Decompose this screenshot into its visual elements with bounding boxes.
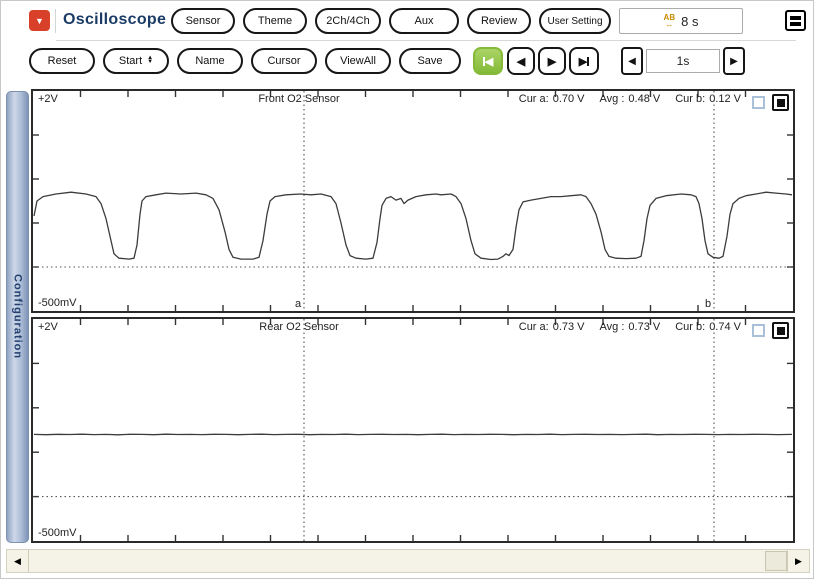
channel-1-top-scale: +2V [38, 93, 58, 105]
page-title: Oscilloscope [63, 11, 166, 29]
ab-time-display: AB ↔ 8 s [619, 8, 743, 34]
sensor-button[interactable]: Sensor [171, 8, 235, 34]
cursor-b-reading: Cur b:0.12 V [675, 93, 741, 105]
caret-down-icon: ▼ [35, 16, 44, 26]
timebase-value: 1s [646, 49, 720, 73]
user-setting-button[interactable]: User Setting [539, 8, 611, 34]
step-back-icon: ◀ [517, 55, 525, 68]
scroll-right-button[interactable]: ▶ [787, 550, 809, 572]
channel-1-bottom-scale: -500mV [38, 297, 77, 309]
spinner-icon: ▲▼ [147, 57, 153, 64]
timebase-increase-button[interactable]: ▶ [723, 47, 745, 75]
scrollbar-thumb[interactable] [765, 551, 787, 571]
channel-1-plot[interactable]: ab [33, 91, 793, 311]
reset-button[interactable]: Reset [29, 48, 95, 74]
skip-end-icon: ▶ [579, 55, 587, 68]
channel-mode-button[interactable]: 2Ch/4Ch [315, 8, 381, 34]
channel-2-checkbox[interactable] [752, 324, 765, 337]
configuration-tab-label: Configuration [12, 274, 24, 359]
theme-button[interactable]: Theme [243, 8, 307, 34]
ab-cursor-icon: AB ↔ [664, 14, 676, 29]
filled-square-icon [777, 327, 785, 335]
channel-2-readings: Cur a:0.73 V Avg :0.73 V Cur b:0.74 V [519, 321, 741, 333]
scroll-left-button[interactable]: ◀ [7, 550, 29, 572]
configuration-tab[interactable]: Configuration [6, 91, 29, 543]
toolbar-divider [56, 40, 796, 41]
filled-square-icon [777, 99, 785, 107]
channel-2-display-mode-button[interactable] [772, 322, 789, 339]
skip-to-end-button[interactable]: ▶ [569, 47, 599, 75]
skip-start-icon: ◀ [485, 55, 493, 68]
svg-text:b: b [705, 298, 711, 310]
step-forward-icon: ▶ [548, 55, 556, 68]
step-forward-button[interactable]: ▶ [538, 47, 566, 75]
arrow-right-icon: ▶ [795, 556, 802, 567]
aux-button[interactable]: Aux [389, 8, 459, 34]
svg-text:a: a [295, 298, 302, 310]
save-button[interactable]: Save [399, 48, 461, 74]
cursor-b-reading: Cur b:0.74 V [675, 321, 741, 333]
channel-1-readings: Cur a:0.70 V Avg :0.48 V Cur b:0.12 V [519, 93, 741, 105]
channel-2-title: Rear O2 Sensor [259, 321, 338, 333]
title-divider [55, 9, 56, 33]
channel-1-checkbox[interactable] [752, 96, 765, 109]
cursor-a-reading: Cur a:0.70 V [519, 93, 585, 105]
start-button[interactable]: Start ▲▼ [103, 48, 169, 74]
channel-2-plot[interactable] [33, 319, 793, 541]
average-reading: Avg :0.73 V [600, 321, 661, 333]
app-menu-button[interactable]: ▼ [29, 10, 50, 31]
scope-channel-2: +2V Rear O2 Sensor Cur a:0.73 V Avg :0.7… [31, 317, 795, 543]
horizontal-scrollbar[interactable]: ◀ ▶ [6, 549, 810, 573]
skip-bar-icon [587, 57, 589, 66]
channel-2-bottom-scale: -500mV [38, 527, 77, 539]
arrow-left-icon: ◀ [14, 556, 21, 567]
skip-to-start-button[interactable]: ◀ [473, 47, 503, 75]
channel-1-display-mode-button[interactable] [772, 94, 789, 111]
viewall-button[interactable]: ViewAll [325, 48, 391, 74]
arrow-right-icon: ▶ [730, 56, 738, 67]
hamburger-menu-icon[interactable] [785, 10, 806, 31]
step-back-button[interactable]: ◀ [507, 47, 535, 75]
cursor-a-reading: Cur a:0.73 V [519, 321, 585, 333]
review-button[interactable]: Review [467, 8, 531, 34]
average-reading: Avg :0.48 V [600, 93, 661, 105]
channel-2-top-scale: +2V [38, 321, 58, 333]
ab-time-value: 8 s [681, 14, 698, 29]
name-button[interactable]: Name [177, 48, 243, 74]
timebase-decrease-button[interactable]: ◀ [621, 47, 643, 75]
scope-channel-1: ab +2V Front O2 Sensor Cur a:0.70 V Avg … [31, 89, 795, 313]
channel-1-title: Front O2 Sensor [258, 93, 339, 105]
arrow-left-icon: ◀ [628, 56, 636, 67]
oscilloscope-window: ▼ Oscilloscope Sensor Theme 2Ch/4Ch Aux … [0, 0, 814, 579]
cursor-button[interactable]: Cursor [251, 48, 317, 74]
